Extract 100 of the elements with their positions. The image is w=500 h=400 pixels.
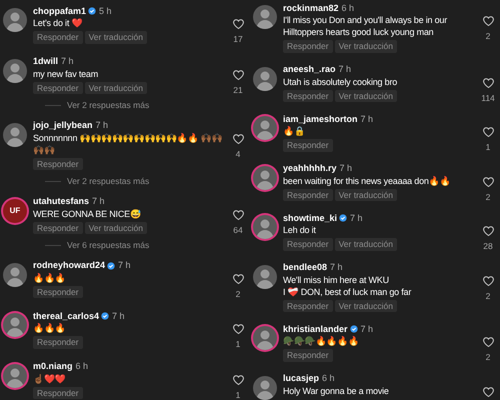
- comment-text: Let’s do it ❤: [33, 17, 84, 29]
- heart-icon[interactable]: [232, 132, 244, 144]
- heart-icon[interactable]: [232, 18, 244, 30]
- timestamp: 7 h: [118, 261, 131, 270]
- comment-text: I ❤‍🩹 DON, best of luck man go far: [283, 286, 412, 298]
- username[interactable]: bendlee08: [283, 263, 328, 272]
- like-count: 114: [481, 94, 495, 102]
- comment-text: We'll miss him here at WKU: [283, 274, 390, 286]
- comment-text: Leh do it: [283, 224, 317, 236]
- heart-icon[interactable]: [482, 225, 494, 237]
- heart-icon[interactable]: [482, 274, 494, 286]
- action-button[interactable]: Ver traducción: [334, 40, 397, 52]
- heart-icon[interactable]: [482, 126, 494, 138]
- timestamp: 7 h: [340, 164, 352, 173]
- timestamp: 7 h: [96, 121, 108, 130]
- action-button[interactable]: Responder: [33, 158, 83, 170]
- comment-text: Utah is absolutely cooking bro: [283, 76, 398, 88]
- like-count: 4: [236, 150, 240, 158]
- comment-text: been waiting for this news yeaaaa don🔥🔥: [283, 174, 452, 186]
- heart-icon[interactable]: [232, 374, 244, 386]
- avatar: [253, 66, 277, 90]
- username[interactable]: showtime_ki: [283, 214, 338, 222]
- timestamp: 6 h: [342, 4, 354, 12]
- username[interactable]: khristianlander: [283, 324, 348, 334]
- username[interactable]: thereal_carlos4: [33, 312, 100, 320]
- avatar-logo: UF: [3, 198, 27, 222]
- timestamp: 7 h: [92, 197, 105, 206]
- action-button[interactable]: Responder: [283, 40, 333, 52]
- comment-text: WERE GONNA BE NICE😅: [33, 208, 142, 220]
- comment-text: 🔥🔥🔥: [33, 322, 66, 334]
- username[interactable]: lucasjep: [283, 374, 320, 383]
- heart-icon[interactable]: [482, 15, 494, 27]
- view-replies-link[interactable]: Ver 6 respuestas más: [67, 241, 150, 250]
- action-button[interactable]: Responder: [33, 336, 83, 348]
- like-count: 28: [483, 242, 493, 250]
- username[interactable]: choppafam1: [33, 6, 86, 16]
- comment-text: 🔥🔥🔥: [33, 272, 66, 284]
- action-button[interactable]: Responder: [33, 82, 83, 94]
- username[interactable]: jojo_jellybean: [33, 121, 93, 130]
- heart-icon[interactable]: [232, 272, 244, 284]
- username[interactable]: m0.niang: [33, 362, 73, 371]
- like-count: 2: [486, 192, 490, 201]
- like-count: 17: [233, 35, 243, 44]
- like-count: 1: [236, 390, 240, 399]
- action-button[interactable]: Responder: [283, 238, 333, 250]
- like-count: 2: [236, 290, 240, 298]
- heart-icon[interactable]: [482, 386, 494, 398]
- heart-icon[interactable]: [482, 76, 494, 88]
- action-button[interactable]: Ver traducción: [84, 222, 147, 234]
- action-button[interactable]: Responder: [33, 31, 83, 44]
- username[interactable]: iam_jameshorton: [283, 114, 358, 124]
- action-button[interactable]: Responder: [283, 139, 333, 152]
- username[interactable]: yeahhhhh.ry: [283, 164, 337, 173]
- username[interactable]: rodneyhoward24: [33, 261, 106, 270]
- comment-text: my new fav team: [33, 68, 100, 80]
- heart-icon[interactable]: [232, 208, 244, 220]
- username[interactable]: aneesh_.rao: [283, 65, 336, 74]
- view-replies-link[interactable]: Ver 2 respuestas más: [67, 177, 150, 186]
- like-count: 64: [233, 226, 243, 234]
- action-button[interactable]: Responder: [33, 386, 83, 399]
- timestamp: 7 h: [338, 65, 352, 74]
- action-button[interactable]: Ver traducción: [334, 238, 397, 250]
- like-count: 2: [486, 292, 490, 300]
- view-replies-link[interactable]: Ver 2 respuestas más: [67, 101, 150, 110]
- avatar: [253, 376, 277, 400]
- timestamp: 7 h: [360, 324, 374, 334]
- action-button[interactable]: Ver traducción: [84, 82, 147, 94]
- comment-text: Hilltoppers hearts good luck young man: [283, 26, 434, 38]
- timestamp: 5 h: [99, 6, 112, 16]
- action-button[interactable]: Ver traducción: [334, 300, 397, 312]
- action-button[interactable]: Ver traducción: [334, 188, 397, 201]
- timestamp: 7 h: [360, 114, 374, 124]
- action-button[interactable]: Ver traducción: [84, 31, 147, 44]
- action-button[interactable]: Responder: [283, 349, 333, 362]
- heart-icon[interactable]: [482, 336, 494, 348]
- action-button[interactable]: Responder: [283, 188, 333, 201]
- comment-text: Holy War gonna be a movie: [283, 384, 390, 396]
- like-count: 21: [233, 86, 243, 94]
- action-button[interactable]: Responder: [283, 300, 333, 312]
- action-button[interactable]: Responder: [33, 222, 83, 234]
- avatar: [3, 8, 27, 32]
- username[interactable]: utahutesfans: [33, 197, 90, 206]
- timestamp: 7 h: [61, 57, 74, 66]
- like-count: 1: [236, 340, 240, 348]
- username[interactable]: rockinman82: [283, 4, 339, 12]
- action-button[interactable]: Ver traducción: [334, 90, 397, 102]
- heart-icon[interactable]: [232, 68, 244, 80]
- timestamp: 7 h: [350, 214, 363, 222]
- timestamp: 7 h: [112, 312, 125, 320]
- action-button[interactable]: Responder: [283, 90, 333, 102]
- heart-icon[interactable]: [232, 323, 244, 335]
- comment-text: I'll miss you Don and you'll always be in our: [283, 14, 448, 26]
- avatar: [3, 58, 27, 82]
- heart-icon[interactable]: [482, 176, 494, 188]
- timestamp: 6 h: [322, 374, 335, 383]
- like-count: 1: [486, 143, 490, 152]
- username[interactable]: 1dwill: [33, 57, 58, 66]
- action-button[interactable]: Responder: [33, 286, 83, 298]
- timestamp: 6 h: [76, 362, 88, 371]
- avatar: [253, 264, 277, 288]
